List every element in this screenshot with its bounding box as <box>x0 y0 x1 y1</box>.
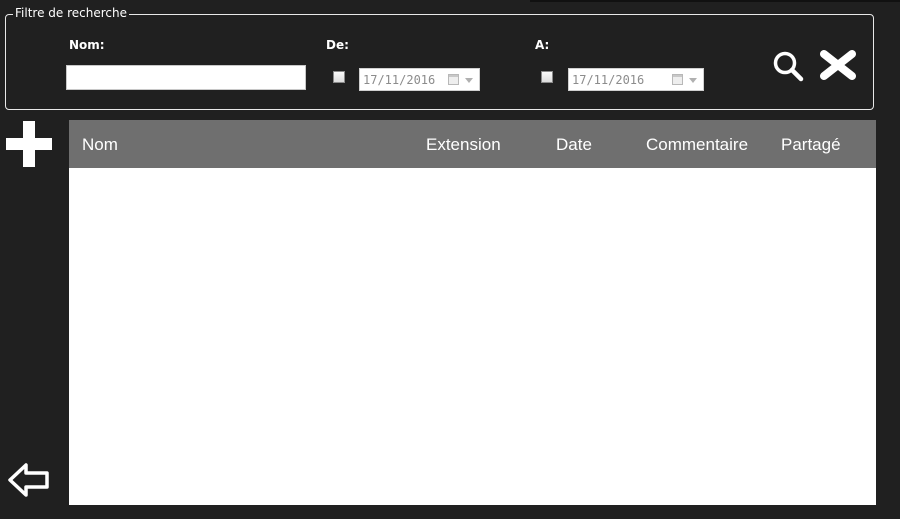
dropdown-arrow-icon[interactable] <box>465 78 473 83</box>
window-top-strip <box>530 0 900 2</box>
from-date-checkbox[interactable] <box>333 71 345 83</box>
dropdown-arrow-icon[interactable] <box>689 78 697 83</box>
column-header-commentaire[interactable]: Commentaire <box>646 135 748 155</box>
to-date-picker[interactable]: 17/11/2016 <box>568 68 704 91</box>
name-search-input[interactable] <box>66 65 306 90</box>
filter-group-title: Filtre de recherche <box>13 6 129 20</box>
column-header-partage[interactable]: Partagé <box>781 135 841 155</box>
table-header: Nom Extension Date Commentaire Partagé <box>69 120 876 168</box>
from-date-label: De: <box>326 38 349 52</box>
close-icon[interactable] <box>820 48 856 82</box>
calendar-icon[interactable] <box>448 74 459 85</box>
to-date-checkbox[interactable] <box>541 71 553 83</box>
search-filter-group <box>5 14 874 110</box>
column-header-date[interactable]: Date <box>556 135 592 155</box>
calendar-icon[interactable] <box>672 74 683 85</box>
documents-table: Nom Extension Date Commentaire Partagé <box>69 120 876 505</box>
from-date-picker[interactable]: 17/11/2016 <box>359 68 480 91</box>
from-date-value: 17/11/2016 <box>363 73 436 87</box>
name-label: Nom: <box>69 38 105 52</box>
plus-icon[interactable] <box>4 119 54 169</box>
to-date-value: 17/11/2016 <box>572 73 645 87</box>
arrow-left-icon[interactable] <box>8 462 50 498</box>
to-date-label: A: <box>535 38 550 52</box>
column-header-extension[interactable]: Extension <box>426 135 501 155</box>
search-icon[interactable] <box>771 50 805 84</box>
column-header-nom[interactable]: Nom <box>82 135 118 155</box>
